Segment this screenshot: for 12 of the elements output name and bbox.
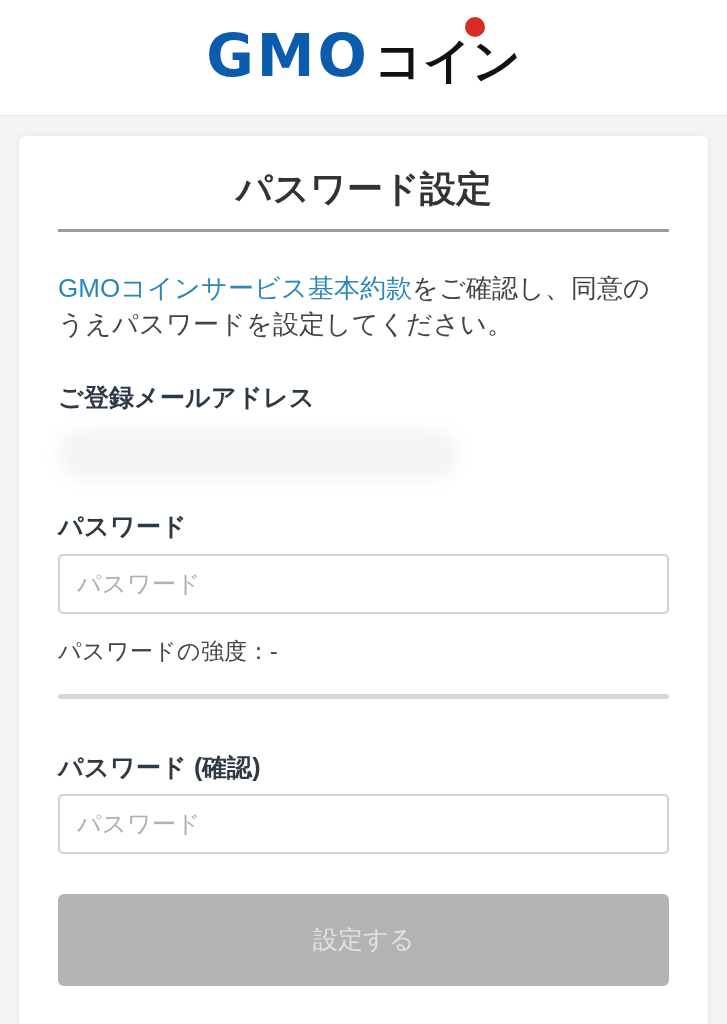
confirm-password-field[interactable]: パスワード bbox=[58, 794, 669, 854]
email-label: ご登録メールアドレス bbox=[58, 382, 316, 412]
terms-link[interactable]: GMOコインサービス基本約款 bbox=[58, 273, 413, 303]
confirm-password-label: パスワード (確認) bbox=[58, 752, 262, 782]
password-label: パスワード bbox=[58, 511, 188, 541]
logo-latin-text: GMO bbox=[206, 26, 370, 85]
password-field[interactable]: パスワード bbox=[58, 554, 669, 614]
dot-icon bbox=[464, 16, 485, 37]
strength-label: パスワードの強度：- bbox=[58, 637, 279, 665]
intro-text: GMOコインサービス基本約款をご確認し、同意のうえパスワードを設定してください。 bbox=[58, 272, 652, 341]
logo-kana-text: コイン bbox=[373, 36, 521, 85]
page-title: パスワード設定 bbox=[234, 167, 493, 210]
